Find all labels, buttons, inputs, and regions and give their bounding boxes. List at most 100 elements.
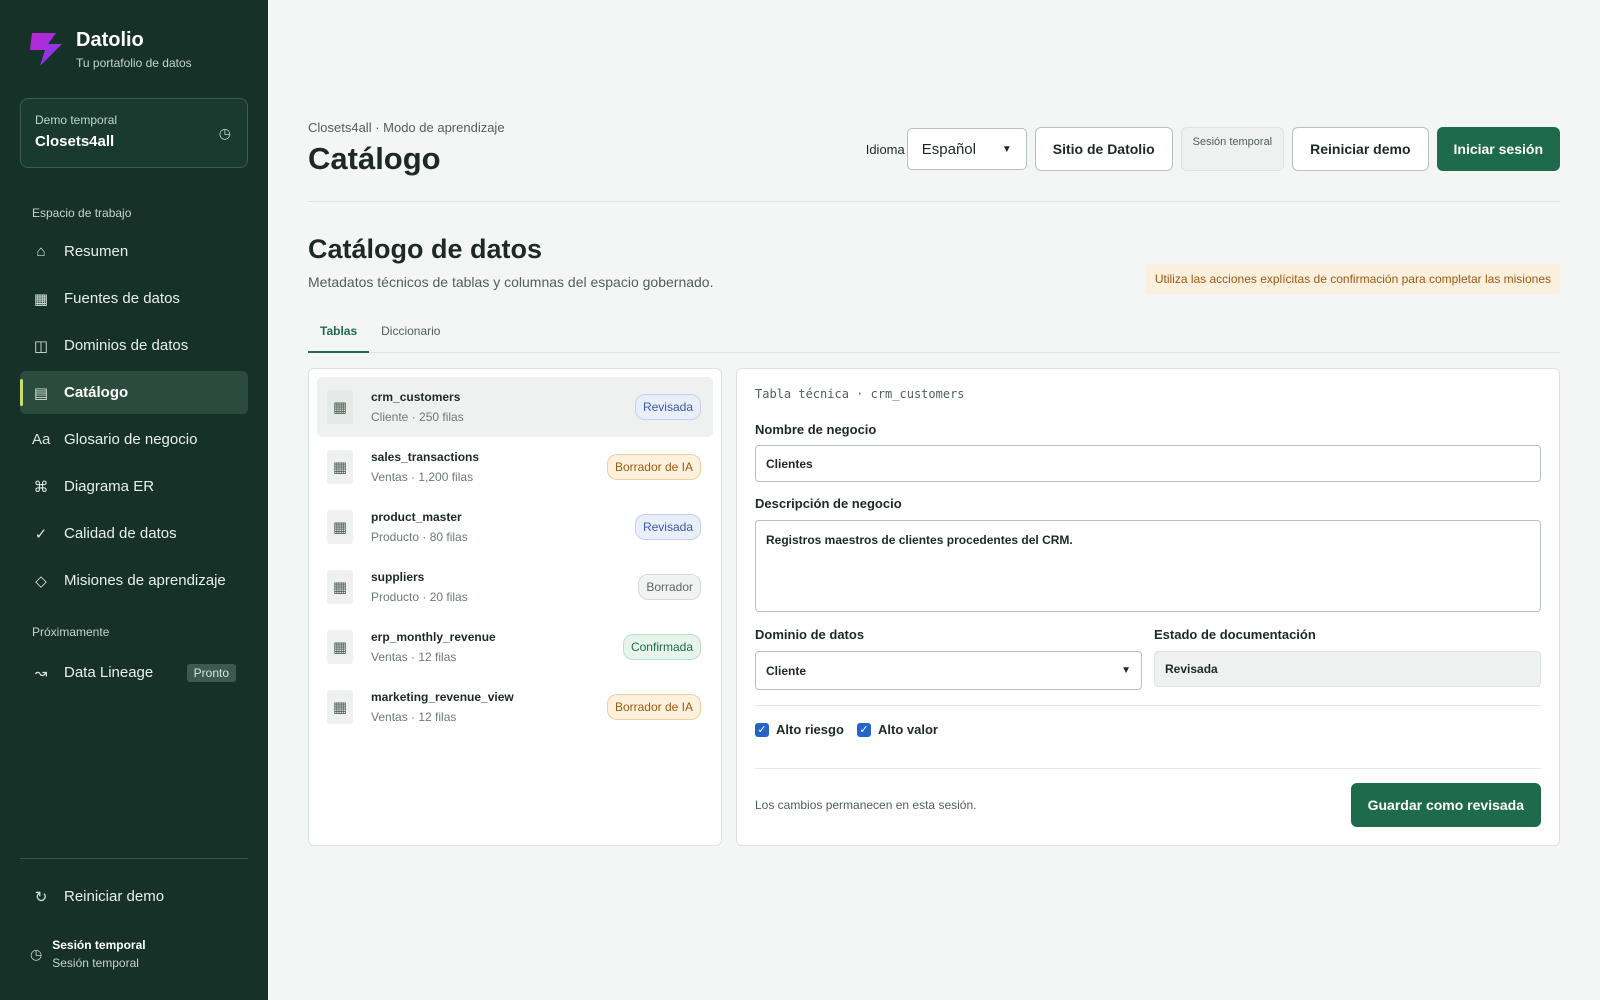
brand[interactable]: Datolio Tu portafolio de datos: [26, 28, 192, 70]
sidebar-item-label: Calidad de datos: [64, 525, 177, 542]
main-content: Closets4all · Modo de aprendizaje Catálo…: [308, 0, 1560, 1000]
home-icon: ⌂: [36, 243, 46, 260]
table-row[interactable]: ▦ erp_monthly_revenue Ventas · 12 filas …: [317, 617, 713, 677]
language-label: Idioma: [865, 141, 905, 157]
high-value-checkbox[interactable]: ✓ Alto valor: [857, 722, 938, 737]
status-badge: Confirmada: [622, 634, 701, 660]
sidebar-item-label: Reiniciar demo: [64, 888, 165, 905]
status-badge: Borrador de IA: [606, 454, 701, 480]
catalog-tabs: Tablas Diccionario: [308, 314, 1560, 353]
sidebar-item-data-lineage[interactable]: ↝ Data Lineage Pronto: [20, 651, 248, 694]
checkmark-icon: ✓: [755, 722, 769, 737]
sidebar-item-calidad[interactable]: ✓ Calidad de datos: [20, 512, 248, 555]
refresh-icon: ↻: [34, 888, 48, 906]
tab-diccionario[interactable]: Diccionario: [369, 314, 452, 353]
tab-tablas[interactable]: Tablas: [308, 314, 370, 353]
domain-label: Dominio de datos: [755, 627, 865, 642]
domain-select[interactable]: Cliente ▼: [755, 651, 1142, 690]
table-name: crm_customers: [371, 390, 461, 404]
text-icon: Aa: [32, 431, 51, 448]
table-row[interactable]: ▦ crm_customers Cliente · 250 filas Revi…: [317, 377, 713, 437]
soon-badge: Pronto: [186, 663, 236, 682]
demo-workspace-card[interactable]: Demo temporal Closets4all ◷: [20, 98, 248, 168]
table-meta: Ventas · 1,200 filas: [371, 470, 474, 484]
table-icon: ▦: [327, 450, 353, 484]
session-subtitle: Sesión temporal: [52, 956, 139, 970]
soon-section-label: Próximamente: [32, 625, 110, 639]
demo-card-value: Closets4all: [35, 133, 115, 150]
header-actions: Idioma Español ▼ Sitio de Datolio Sesión…: [866, 127, 1560, 171]
sidebar: Datolio Tu portafolio de datos Demo temp…: [0, 0, 268, 1000]
page-header: Closets4all · Modo de aprendizaje Catálo…: [308, 120, 1560, 202]
sidebar-soon-nav: ↝ Data Lineage Pronto: [20, 651, 248, 698]
sidebar-item-fuentes[interactable]: ▦ Fuentes de datos: [20, 277, 248, 320]
trend-icon: ↝: [34, 664, 48, 682]
bolt-logo-icon: [30, 33, 62, 66]
status-badge: Borrador: [638, 574, 701, 600]
demo-card-label: Demo temporal: [35, 113, 118, 127]
datolio-site-button[interactable]: Sitio de Datolio: [1034, 127, 1173, 171]
table-meta: Producto · 80 filas: [371, 530, 468, 544]
workspace-section-label: Espacio de trabajo: [32, 206, 132, 220]
table-row[interactable]: ▦ marketing_revenue_view Ventas · 12 fil…: [317, 677, 713, 737]
doc-status-label: Estado de documentación: [1154, 627, 1316, 642]
status-badge: Borrador de IA: [606, 694, 701, 720]
table-icon: ▦: [327, 570, 353, 604]
table-icon: ▦: [327, 630, 353, 664]
check-icon: ✓: [34, 525, 48, 543]
table-row[interactable]: ▦ sales_transactions Ventas · 1,200 fila…: [317, 437, 713, 497]
chevron-down-icon: ▼: [1001, 143, 1012, 155]
sidebar-item-diagrama[interactable]: ⌘ Diagrama ER: [20, 465, 248, 508]
domain-field: Dominio de datos Cliente ▼: [755, 627, 1142, 690]
table-icon: ▦: [327, 690, 353, 724]
sidebar-item-catalogo[interactable]: ▤ Catálogo: [20, 371, 248, 414]
high-value-label: Alto valor: [878, 722, 938, 737]
business-name-input[interactable]: Clientes: [755, 445, 1541, 482]
business-description-textarea[interactable]: Registros maestros de clientes procedent…: [755, 520, 1541, 612]
table-icon: ▦: [327, 510, 353, 544]
sidebar-item-label: Catálogo: [64, 384, 129, 401]
sidebar-item-label: Data Lineage: [64, 664, 154, 681]
table-name: erp_monthly_revenue: [371, 630, 496, 644]
business-description-label: Descripción de negocio: [755, 496, 902, 511]
reset-demo-button[interactable]: Reiniciar demo: [1292, 127, 1429, 171]
status-badge: Revisada: [634, 514, 701, 540]
table-name: marketing_revenue_view: [371, 690, 514, 704]
language-select[interactable]: Español ▼: [906, 128, 1027, 170]
login-button[interactable]: Iniciar sesión: [1436, 127, 1560, 171]
mission-notice: Utiliza las acciones explícitas de confi…: [1145, 264, 1560, 294]
table-row[interactable]: ▦ product_master Producto · 80 filas Rev…: [317, 497, 713, 557]
clock-icon: ◷: [30, 945, 43, 962]
table-meta: Cliente · 250 filas: [371, 410, 464, 424]
doc-status-value: Revisada: [1154, 651, 1541, 687]
section-description: Metadatos técnicos de tablas y columnas …: [308, 274, 714, 290]
table-name: product_master: [371, 510, 462, 524]
language-select-value: Español: [921, 140, 976, 158]
sidebar-item-dominios[interactable]: ◫ Dominios de datos: [20, 324, 248, 367]
sidebar-reset-demo[interactable]: ↻ Reiniciar demo: [20, 875, 248, 918]
sidebar-item-resumen[interactable]: ⌂ Resumen: [20, 230, 248, 273]
columns-icon: ◫: [33, 337, 49, 355]
domain-select-value: Cliente: [766, 663, 807, 678]
table-row[interactable]: ▦ suppliers Producto · 20 filas Borrador: [317, 557, 713, 617]
sidebar-nav: ⌂ Resumen ▦ Fuentes de datos ◫ Dominios …: [20, 230, 248, 606]
business-name-label: Nombre de negocio: [755, 422, 877, 437]
tables-list: ▦ crm_customers Cliente · 250 filas Revi…: [308, 368, 722, 846]
save-reviewed-button[interactable]: Guardar como revisada: [1350, 783, 1541, 827]
table-meta: Ventas · 12 filas: [371, 710, 457, 724]
sidebar-item-label: Dominios de datos: [64, 337, 189, 354]
sidebar-item-label: Resumen: [64, 243, 129, 260]
session-persistence-note: Los cambios permanecen en esta sesión.: [755, 798, 977, 812]
technical-table-title: Tabla técnica · crm_customers: [755, 387, 965, 401]
brand-subtitle: Tu portafolio de datos: [76, 56, 192, 70]
high-risk-checkbox[interactable]: ✓ Alto riesgo: [755, 722, 844, 737]
doc-status-field: Estado de documentación Revisada: [1154, 627, 1541, 687]
status-badge: Revisada: [634, 394, 701, 420]
high-risk-label: Alto riesgo: [776, 722, 844, 737]
table-meta: Producto · 20 filas: [371, 590, 468, 604]
sidebar-item-misiones[interactable]: ◇ Misiones de aprendizaje: [20, 559, 248, 602]
sidebar-item-glosario[interactable]: Aa Glosario de negocio: [20, 418, 248, 461]
session-chip: Sesión temporal: [1180, 127, 1285, 171]
chevron-down-icon: ▼: [1121, 665, 1131, 676]
divider: [755, 768, 1541, 769]
